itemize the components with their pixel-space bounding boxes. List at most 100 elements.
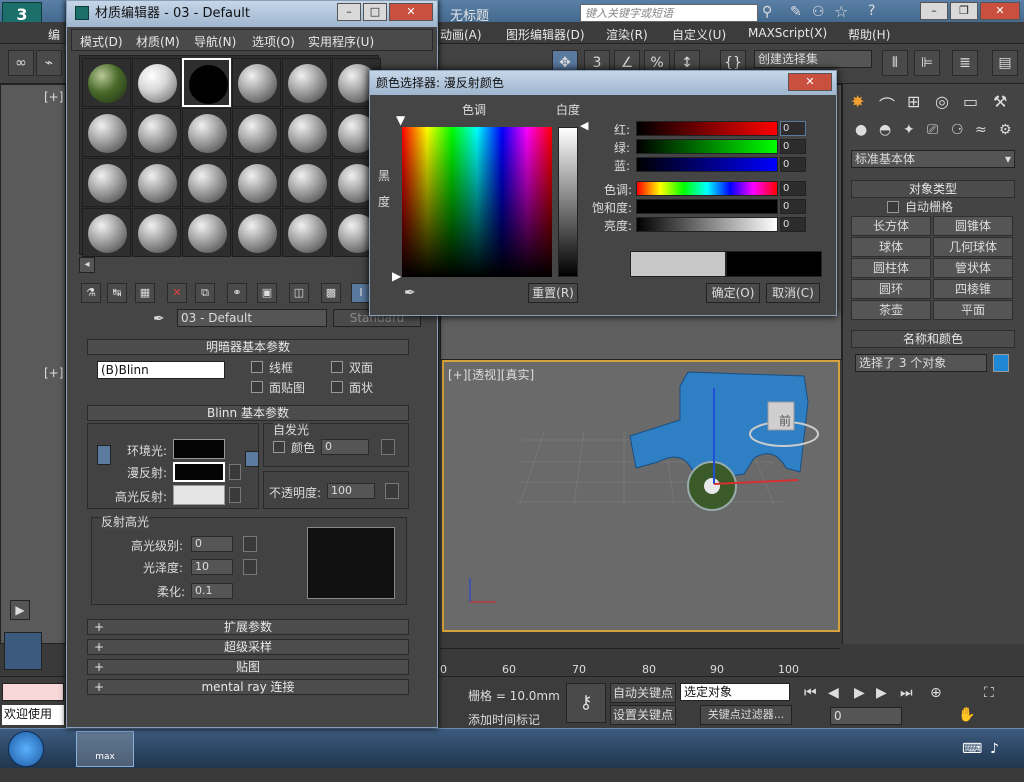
start-button[interactable] [8, 731, 44, 767]
key-icon[interactable]: ⚷ [566, 683, 606, 723]
torus-button[interactable]: 圆环 [851, 279, 931, 299]
keyboard-icon[interactable]: ⌨ [962, 741, 982, 757]
modify-tab-icon[interactable]: ⌒ [879, 92, 895, 116]
material-slot[interactable] [282, 108, 331, 157]
self-illum-map-button[interactable] [381, 439, 395, 455]
green-input[interactable]: 0 [780, 139, 806, 154]
ok-button[interactable]: 确定(O) [706, 283, 760, 303]
shader-type-dropdown[interactable]: (B)Blinn [97, 361, 225, 379]
viewport-perspective[interactable]: [+][透视][真实] 前 [442, 360, 840, 632]
red-input[interactable]: 0 [780, 121, 806, 136]
play-small-icon[interactable]: ▶ [10, 600, 30, 620]
faceted-checkbox[interactable] [331, 381, 343, 393]
key-filters-button[interactable]: 关键点过滤器... [700, 705, 792, 725]
me-maximize-button[interactable]: □ [363, 3, 387, 21]
display-tab-icon[interactable]: ▭ [963, 92, 978, 111]
next-frame-icon[interactable]: ▶ [876, 685, 887, 701]
plane-button[interactable]: 平面 [933, 300, 1013, 320]
material-slot[interactable] [182, 158, 231, 207]
menu-item-edit[interactable]: 编 [48, 26, 60, 43]
show-map-icon[interactable]: ▩ [321, 283, 341, 303]
shapes-icon[interactable]: ◓ [879, 122, 891, 138]
me-menu-mode[interactable]: 模式(D) [80, 33, 123, 50]
me-close-button[interactable]: ✕ [389, 3, 433, 21]
set-key-button[interactable]: 设置关键点 [610, 705, 676, 725]
shader-basic-params-rollout[interactable]: 明暗器基本参数 [87, 339, 409, 355]
menu-item-maxscript[interactable]: MAXScript(X) [748, 26, 827, 40]
specular-map-button[interactable] [229, 487, 241, 503]
material-slot[interactable] [82, 58, 131, 107]
viewport-left[interactable] [0, 84, 66, 644]
saturation-slider[interactable] [636, 199, 778, 214]
viewport-layout-icon[interactable] [4, 632, 42, 670]
geometry-icon[interactable]: ● [855, 122, 867, 138]
material-id-icon[interactable]: ◫ [289, 283, 309, 303]
object-type-rollout[interactable]: 对象类型 [851, 180, 1015, 198]
utilities-tab-icon[interactable]: ⚒ [993, 92, 1007, 111]
material-name-input[interactable]: 03 - Default [177, 309, 327, 327]
wire-checkbox[interactable] [251, 361, 263, 373]
blinn-basic-params-rollout[interactable]: Blinn 基本参数 [87, 405, 409, 421]
hue-pointer-icon[interactable]: ▼ [396, 113, 405, 127]
ambient-color-swatch[interactable] [173, 439, 225, 459]
name-color-rollout[interactable]: 名称和颜色 [851, 330, 1015, 348]
material-slot-active[interactable] [182, 58, 231, 107]
material-slot[interactable] [232, 58, 281, 107]
material-slot[interactable] [232, 158, 281, 207]
opacity-map-button[interactable] [385, 483, 399, 499]
object-name-input[interactable]: 选择了 3 个对象 [855, 354, 987, 372]
auto-key-button[interactable]: 自动关键点 [610, 683, 676, 703]
geosphere-button[interactable]: 几何球体 [933, 237, 1013, 257]
material-slot[interactable] [282, 158, 331, 207]
material-slot[interactable] [132, 108, 181, 157]
eyedropper-icon[interactable]: ✒ [404, 285, 416, 301]
goto-start-icon[interactable]: ⏮ [804, 685, 817, 701]
saturation-input[interactable]: 0 [780, 199, 806, 214]
taskbar-max-app[interactable]: max [76, 731, 134, 767]
menu-item-rendering[interactable]: 渲染(R) [606, 26, 648, 43]
object-color-swatch[interactable] [993, 354, 1009, 372]
me-menu-material[interactable]: 材质(M) [136, 33, 180, 50]
me-menu-options[interactable]: 选项(O) [252, 33, 295, 50]
material-slot[interactable] [132, 58, 181, 107]
material-slot[interactable] [282, 208, 331, 257]
soften-input[interactable]: 0.1 [191, 583, 233, 599]
cancel-button[interactable]: 取消(C) [766, 283, 820, 303]
mental-ray-rollout[interactable]: + mental ray 连接 [87, 679, 409, 695]
lock-diffuse-specular-icon[interactable] [245, 451, 259, 467]
pan-hand-icon[interactable]: ✋ [958, 707, 975, 723]
helpers-icon[interactable]: ⚆ [951, 122, 964, 138]
menu-item-graph-editors[interactable]: 图形编辑器(D) [506, 26, 585, 43]
speaker-icon[interactable]: ♪ [990, 741, 999, 757]
binoculars-icon[interactable]: ⚲ [762, 4, 772, 20]
red-slider[interactable] [636, 121, 778, 136]
layer-manager-icon[interactable]: ≣ [952, 50, 978, 76]
create-tab-icon[interactable]: ✸ [851, 92, 864, 111]
link-icon[interactable]: ∞ [8, 50, 34, 76]
sphere-button[interactable]: 球体 [851, 237, 931, 257]
whiteness-slider[interactable] [558, 127, 578, 277]
star-icon[interactable]: ☆ [834, 2, 848, 21]
put-to-scene-icon[interactable]: ↹ [107, 283, 127, 303]
diffuse-map-button[interactable] [229, 464, 241, 480]
value-slider[interactable] [636, 217, 778, 232]
menu-item-customize[interactable]: 自定义(U) [672, 26, 726, 43]
extended-params-rollout[interactable]: + 扩展参数 [87, 619, 409, 635]
graphite-icon[interactable]: ▤ [992, 50, 1018, 76]
hierarchy-tab-icon[interactable]: ⊞ [907, 92, 920, 111]
timeline-ruler[interactable]: 0 60 70 80 90 100 [440, 648, 840, 676]
scroll-left-icon[interactable]: ◂ [79, 257, 95, 273]
diffuse-color-swatch[interactable] [173, 462, 225, 482]
search-input[interactable]: 键入关键字或短语 [580, 4, 758, 22]
named-selection-dropdown[interactable]: 创建选择集 [754, 50, 872, 68]
material-slot[interactable] [232, 208, 281, 257]
help-icon[interactable]: ? [868, 3, 875, 19]
glossiness-map-button[interactable] [243, 559, 257, 575]
me-minimize-button[interactable]: – [337, 3, 361, 21]
tube-button[interactable]: 管状体 [933, 258, 1013, 278]
spacewarps-icon[interactable]: ≈ [975, 122, 987, 138]
lock-ambient-diffuse-icon[interactable] [97, 445, 111, 465]
eyedropper-icon[interactable]: ✒ [153, 311, 165, 327]
reset-map-icon[interactable]: ✕ [167, 283, 187, 303]
material-slot[interactable] [182, 108, 231, 157]
